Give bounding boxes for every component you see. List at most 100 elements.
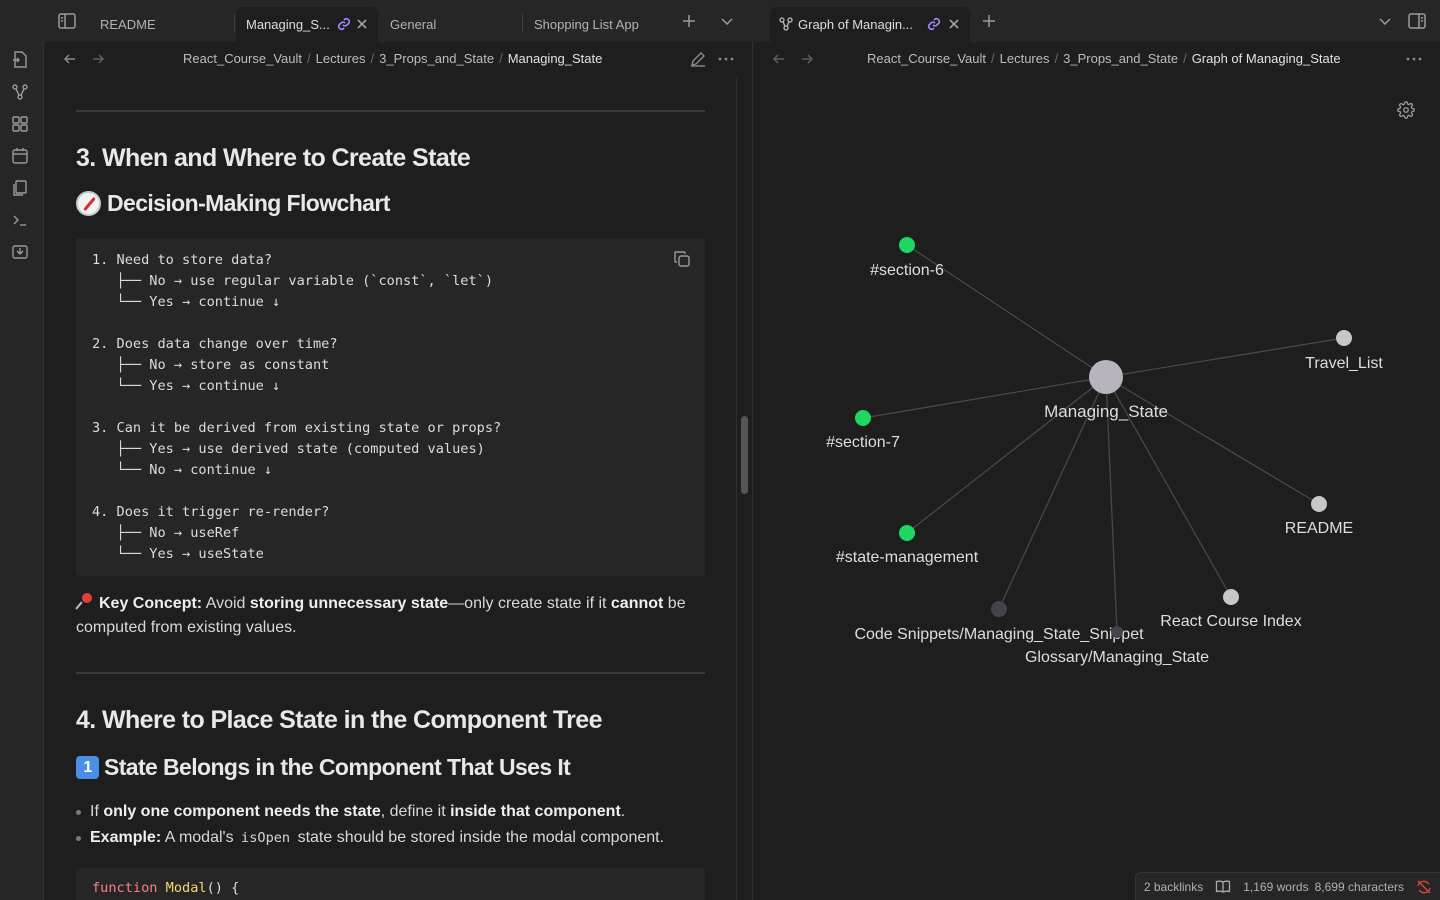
key-concept-paragraph: Key Concept: Avoid storing unnecessary s… bbox=[76, 592, 705, 640]
text: . bbox=[620, 803, 626, 820]
graph-edge bbox=[906, 376, 1107, 534]
chevron-down-icon[interactable] bbox=[1373, 9, 1397, 33]
new-tab-icon[interactable] bbox=[677, 9, 701, 33]
canvas-icon[interactable] bbox=[11, 115, 33, 137]
graph-view-icon[interactable] bbox=[11, 83, 33, 105]
code-function-name: Modal bbox=[165, 880, 207, 896]
breadcrumb-item[interactable]: 3_Props_and_State bbox=[379, 51, 494, 66]
scroll-track bbox=[736, 78, 737, 900]
copy-icon[interactable] bbox=[673, 250, 691, 268]
graph-node-label: #state-management bbox=[836, 549, 979, 566]
left-ribbon bbox=[0, 42, 44, 900]
key-concept-label: Key Concept: bbox=[99, 595, 203, 612]
graph-node-label: #section-7 bbox=[826, 434, 900, 451]
breadcrumb-item[interactable]: React_Course_Vault bbox=[183, 51, 302, 66]
graph-node-center[interactable] bbox=[1089, 360, 1123, 394]
text: A modal's bbox=[161, 829, 239, 846]
tab-graph-managing-state[interactable]: Graph of Managin... bbox=[770, 7, 970, 42]
tab-label: Graph of Managin... bbox=[798, 17, 913, 32]
graph-node-unresolved[interactable] bbox=[1111, 626, 1123, 638]
graph-node-label: Glossary/Managing_State bbox=[1025, 649, 1209, 666]
graph-node-label: Code Snippets/Managing_State_Snippet bbox=[854, 626, 1144, 643]
bold-text: inside that component bbox=[450, 803, 621, 820]
word-count: 1,169 words bbox=[1243, 879, 1309, 894]
tab-shopping-list-app[interactable]: Shopping List App bbox=[524, 7, 664, 42]
modal-code-block: function Modal() { bbox=[76, 868, 705, 900]
tab-label: Managing_S... bbox=[246, 17, 330, 32]
toggle-sidebar-icon[interactable] bbox=[55, 9, 79, 33]
graph-canvas[interactable]: Managing_State #section-6 Travel_List #s… bbox=[753, 42, 1440, 862]
import-icon[interactable] bbox=[11, 243, 33, 265]
flowchart-code: 1. Need to store data? ├── No → use regu… bbox=[92, 252, 502, 562]
breadcrumb-item[interactable]: Lectures bbox=[316, 51, 366, 66]
code-keyword: function bbox=[92, 880, 158, 896]
text: state should be stored inside the modal … bbox=[293, 829, 665, 846]
close-icon[interactable] bbox=[354, 16, 370, 32]
compass-icon bbox=[76, 191, 101, 216]
toggle-right-sidebar-icon[interactable] bbox=[1405, 9, 1429, 33]
graph-edges bbox=[862, 244, 1345, 633]
graph-node-label: React Course Index bbox=[1160, 613, 1301, 630]
tab-managing-state[interactable]: Managing_S... bbox=[236, 7, 378, 42]
bold-text: Example: bbox=[90, 829, 162, 846]
switcher-icon[interactable] bbox=[11, 51, 33, 73]
breadcrumb-separator: / bbox=[499, 51, 503, 66]
graph-node-label: README bbox=[1285, 520, 1353, 537]
editor-navbar: React_Course_Vault / Lectures / 3_Props_and_… bbox=[44, 42, 752, 76]
status-bar: 2 backlinks 1,169 words 8,699 characters bbox=[1134, 872, 1440, 900]
list-item: Example: A modal's isOpen state should b… bbox=[75, 826, 665, 850]
graph-node-tag[interactable] bbox=[899, 525, 915, 541]
graph-node[interactable] bbox=[1223, 589, 1239, 605]
pushpin-icon bbox=[76, 592, 94, 610]
text: —only create state if it bbox=[448, 595, 611, 612]
text: If bbox=[90, 803, 104, 820]
calendar-icon[interactable] bbox=[11, 147, 33, 169]
character-count: 8,699 characters bbox=[1314, 879, 1404, 894]
more-options-icon[interactable] bbox=[717, 50, 735, 68]
link-icon bbox=[926, 16, 942, 32]
forward-arrow-icon[interactable] bbox=[89, 50, 107, 68]
heading-state-belongs: 1 State Belongs in the Component That Us… bbox=[76, 754, 571, 781]
edit-pencil-icon[interactable] bbox=[689, 50, 707, 68]
tab-separator bbox=[234, 14, 235, 32]
graph-node-tag[interactable] bbox=[855, 410, 871, 426]
tab-label: General bbox=[390, 17, 437, 32]
graph-edge bbox=[1105, 376, 1320, 505]
inline-code: isOpen bbox=[241, 830, 291, 846]
bold-text: storing unnecessary state bbox=[249, 595, 449, 612]
editor-pane: React_Course_Vault / Lectures / 3_Props_and_… bbox=[44, 42, 752, 900]
backlinks-count[interactable]: 2 backlinks bbox=[1144, 880, 1203, 894]
graph-node-label: #section-6 bbox=[870, 262, 944, 279]
code-text: () { bbox=[206, 880, 240, 896]
sync-disabled-icon[interactable] bbox=[1416, 879, 1432, 895]
graph-node-tag[interactable] bbox=[899, 237, 915, 253]
scrollbar-thumb[interactable] bbox=[741, 416, 748, 494]
breadcrumb-current[interactable]: Managing_State bbox=[508, 51, 603, 66]
graph-node[interactable] bbox=[1336, 330, 1352, 346]
terminal-icon[interactable] bbox=[11, 211, 33, 233]
bold-text: only one component needs the state bbox=[103, 803, 381, 820]
graph-node-label: Travel_List bbox=[1305, 355, 1383, 372]
heading-flowchart-text: Decision-Making Flowchart bbox=[107, 190, 390, 216]
keycap-one-icon: 1 bbox=[76, 756, 99, 779]
horizontal-rule bbox=[76, 672, 705, 674]
graph-node[interactable] bbox=[1311, 496, 1327, 512]
tab-separator bbox=[522, 14, 523, 32]
copy-files-icon[interactable] bbox=[11, 179, 33, 201]
list-item: If only one component needs the state, d… bbox=[75, 800, 626, 824]
graph-node-unresolved[interactable] bbox=[991, 601, 1007, 617]
graph-pane: React_Course_Vault / Lectures/3_Props_and_… bbox=[752, 42, 1440, 900]
chevron-down-icon[interactable] bbox=[715, 9, 739, 33]
heading-state-belongs-text: State Belongs in the Component That Uses… bbox=[104, 754, 571, 780]
back-arrow-icon[interactable] bbox=[61, 50, 79, 68]
heading-section-4: 4. Where to Place State in the Component… bbox=[76, 706, 603, 734]
graph-icon bbox=[779, 17, 793, 31]
tab-general[interactable]: General bbox=[380, 7, 520, 42]
tab-readme[interactable]: README bbox=[90, 7, 230, 42]
graph-node-label: Managing_State bbox=[1044, 402, 1168, 421]
breadcrumb: React_Course_Vault / Lectures / 3_Props_and_… bbox=[183, 51, 602, 66]
close-icon[interactable] bbox=[946, 16, 962, 32]
reading-mode-book-icon[interactable] bbox=[1215, 879, 1231, 895]
new-tab-icon[interactable] bbox=[977, 9, 1001, 33]
tab-label: Shopping List App bbox=[534, 17, 639, 32]
